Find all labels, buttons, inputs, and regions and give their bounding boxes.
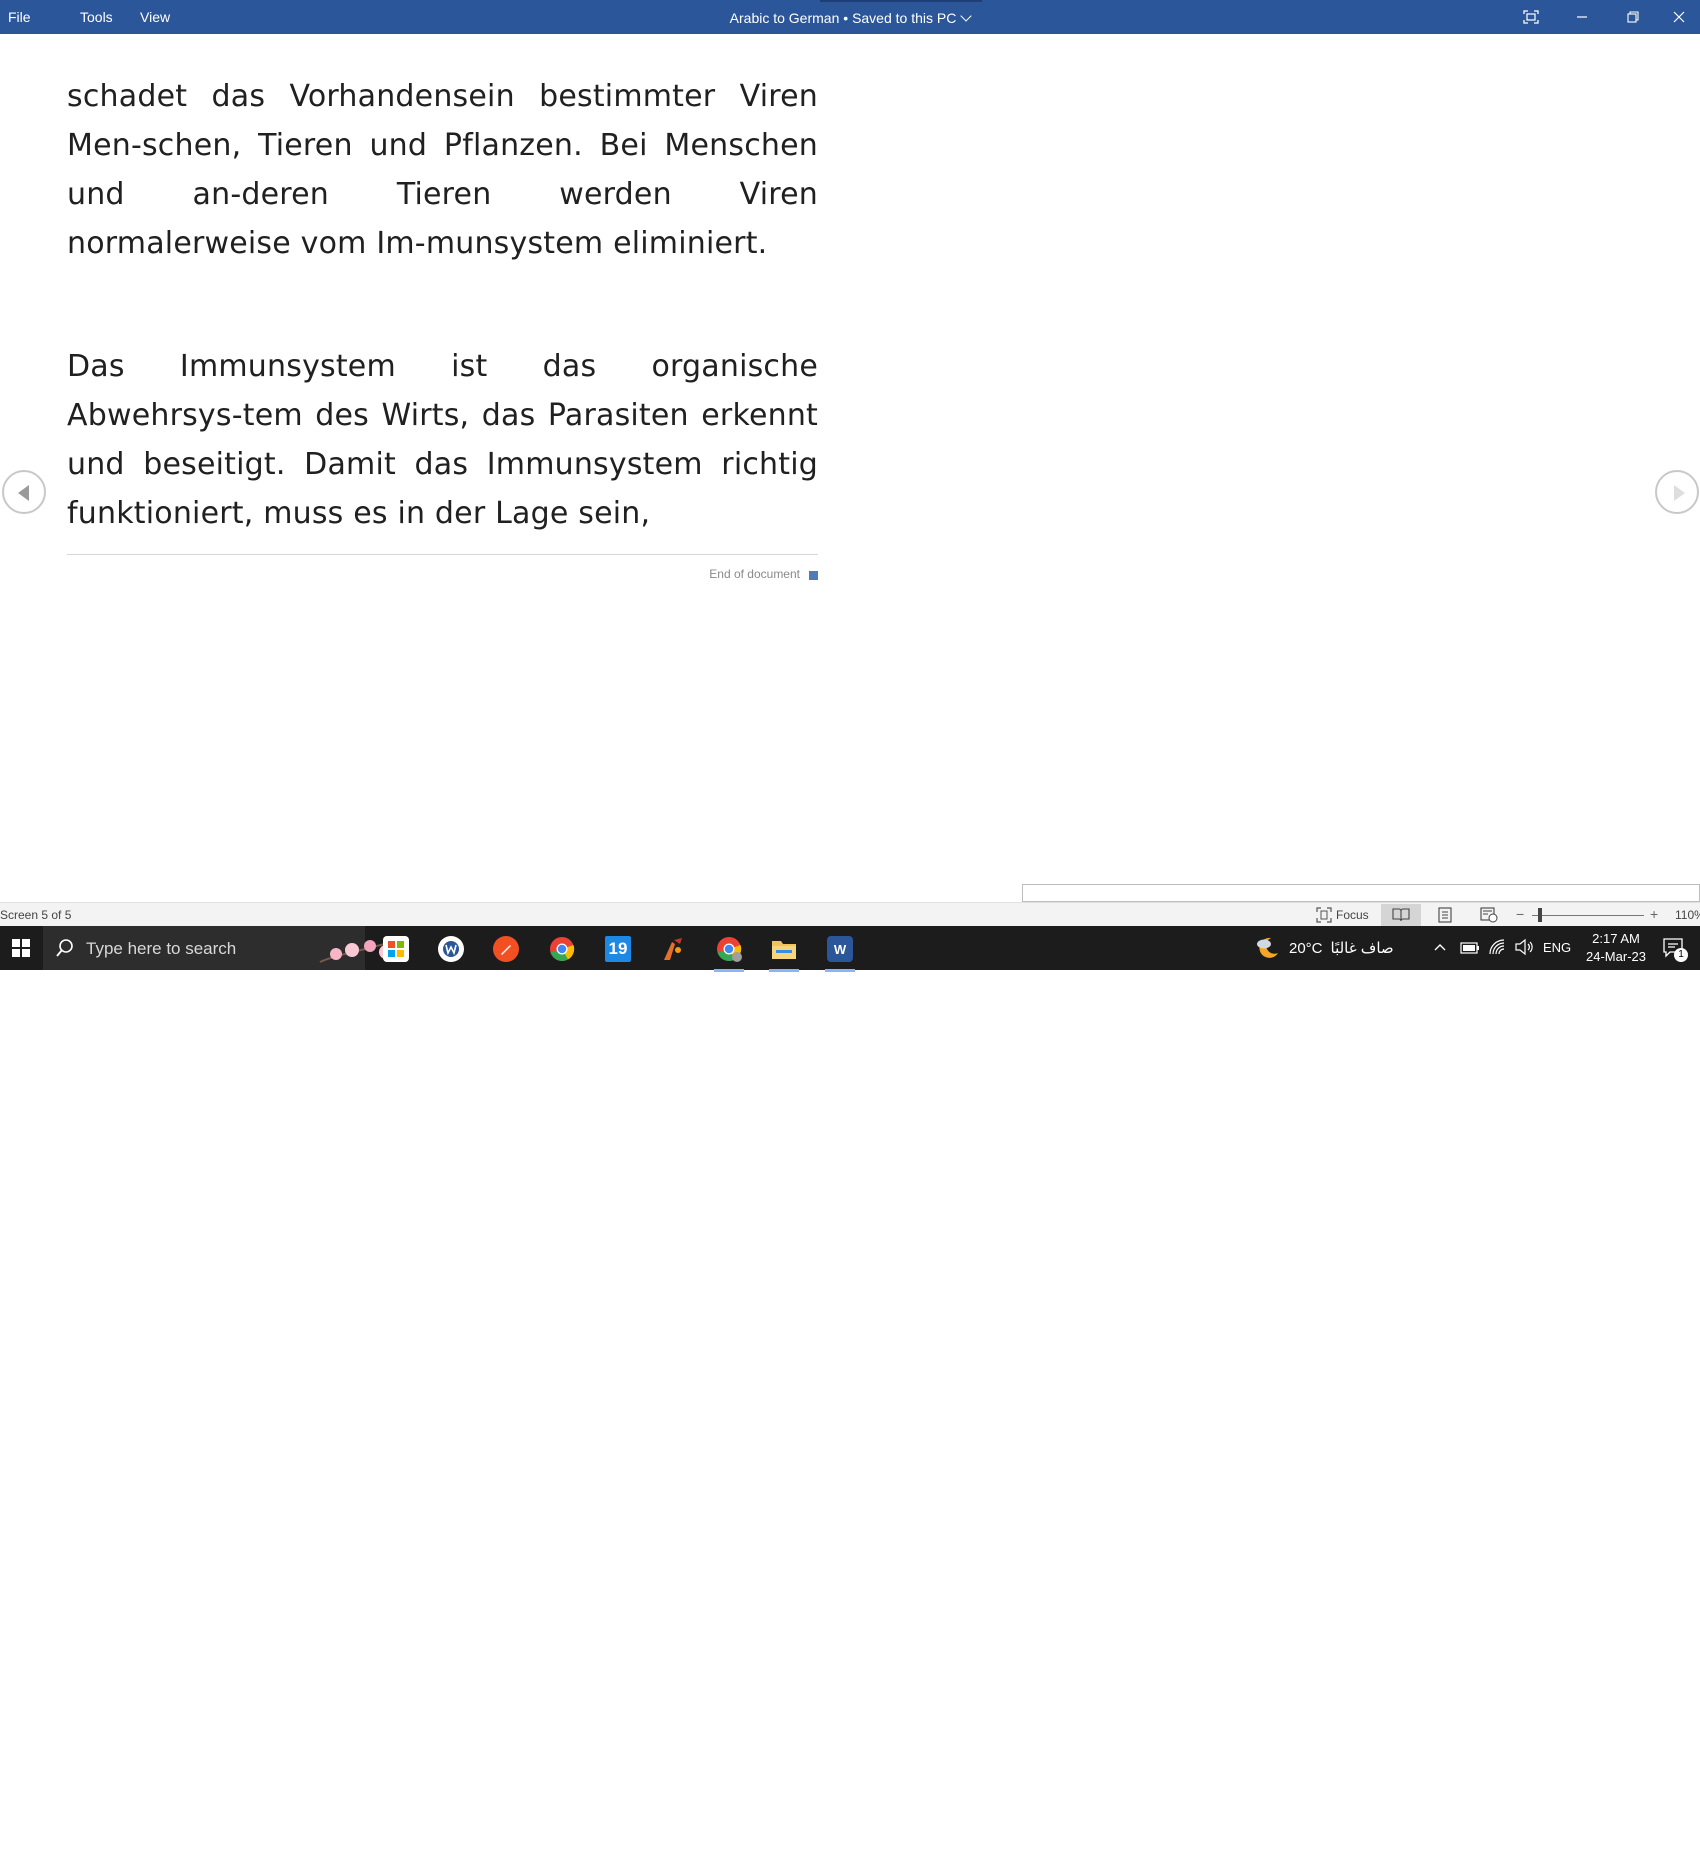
taskbar-hand-app[interactable] bbox=[650, 930, 696, 968]
end-marker-icon bbox=[809, 571, 818, 580]
close-icon bbox=[1673, 11, 1685, 23]
end-of-document-label: End of document bbox=[709, 567, 800, 581]
zoom-out-button[interactable]: − bbox=[1516, 906, 1524, 922]
title-accent-line bbox=[820, 0, 982, 2]
weather-widget[interactable]: 20°C صاف غالبًا bbox=[1255, 926, 1394, 970]
clock-time: 2:17 AM bbox=[1592, 931, 1640, 946]
chevron-up-icon[interactable] bbox=[1433, 940, 1447, 954]
close-button[interactable] bbox=[1658, 0, 1700, 34]
menu-file[interactable]: File bbox=[0, 0, 39, 34]
status-bar: Screen 5 of 5 Focus − + 110% bbox=[0, 902, 1700, 926]
hand-app-icon bbox=[664, 938, 682, 960]
taskbar-nineteen-app[interactable]: 19 bbox=[595, 930, 641, 968]
document-title: Arabic to German • Saved to this PC bbox=[0, 0, 1700, 34]
minimize-button[interactable] bbox=[1557, 0, 1607, 34]
zoom-level[interactable]: 110% bbox=[1675, 908, 1700, 922]
search-icon bbox=[56, 939, 73, 957]
taskbar-search[interactable]: Type here to search bbox=[43, 926, 407, 970]
nineteen-app-icon: 19 bbox=[605, 936, 631, 962]
weather-condition: صاف غالبًا bbox=[1330, 940, 1394, 957]
notification-count-badge: 1 bbox=[1674, 948, 1688, 962]
system-clock[interactable]: 2:17 AM 24-Mar-23 bbox=[1576, 930, 1656, 966]
print-layout-button[interactable] bbox=[1425, 904, 1465, 926]
folder-icon bbox=[772, 941, 796, 959]
language-indicator[interactable]: ENG bbox=[1543, 940, 1571, 955]
taskbar-chrome-profile[interactable] bbox=[706, 930, 752, 972]
windows-icon bbox=[12, 939, 30, 957]
taskbar-writer-app[interactable] bbox=[428, 930, 474, 968]
full-screen-icon bbox=[1523, 10, 1539, 24]
globe-page-icon bbox=[1480, 907, 1498, 923]
volume-icon[interactable] bbox=[1514, 938, 1534, 956]
focus-button[interactable]: Focus bbox=[1312, 905, 1373, 925]
menu-view[interactable]: View bbox=[132, 0, 178, 34]
taskbar-microsoft-store[interactable] bbox=[373, 930, 419, 968]
read-mode-button[interactable] bbox=[1381, 904, 1421, 926]
document-paragraph: Das Immunsystem ist das organische Abweh… bbox=[67, 349, 818, 531]
zoom-in-button[interactable]: + bbox=[1650, 906, 1658, 922]
start-button[interactable] bbox=[0, 926, 42, 970]
chevron-down-icon[interactable] bbox=[960, 10, 973, 22]
full-screen-button[interactable] bbox=[1506, 0, 1556, 34]
clock-date: 24-Mar-23 bbox=[1586, 949, 1646, 964]
battery-icon[interactable] bbox=[1460, 942, 1480, 954]
restore-icon bbox=[1627, 11, 1639, 23]
menu-tools[interactable]: Tools bbox=[72, 0, 121, 34]
taskbar: Type here to search 19 W خطوات 20°C صاف … bbox=[0, 926, 1700, 1875]
restore-button[interactable] bbox=[1608, 0, 1658, 34]
next-screen-button[interactable] bbox=[1655, 470, 1699, 514]
arrow-left-icon bbox=[18, 485, 29, 501]
arrow-right-icon bbox=[1674, 485, 1685, 501]
end-divider bbox=[67, 554, 818, 555]
store-icon bbox=[383, 936, 409, 962]
title-bar: File Tools View Arabic to German • Saved… bbox=[0, 0, 1700, 34]
watermark-logo: خطوات bbox=[745, 1826, 879, 1875]
weather-temperature: 20°C bbox=[1289, 939, 1323, 957]
chrome-icon bbox=[550, 937, 575, 961]
notification-center-button[interactable]: 1 bbox=[1662, 936, 1688, 963]
search-placeholder: Type here to search bbox=[86, 939, 237, 958]
taskbar-word[interactable]: W bbox=[817, 930, 863, 972]
word-icon: W bbox=[827, 936, 853, 962]
weather-moon-cloud-icon bbox=[1257, 937, 1278, 958]
taskbar-file-explorer[interactable] bbox=[761, 930, 807, 972]
document-paragraph: schadet das Vorhandensein bestimmter Vir… bbox=[67, 79, 818, 261]
pen-app-icon bbox=[493, 936, 519, 962]
taskbar-pen-app[interactable] bbox=[483, 930, 529, 968]
taskbar-chrome[interactable] bbox=[539, 930, 585, 968]
minimize-icon bbox=[1577, 16, 1587, 18]
chrome-profile-icon bbox=[717, 937, 742, 962]
screen-counter: Screen 5 of 5 bbox=[0, 908, 72, 922]
web-layout-button[interactable] bbox=[1469, 904, 1509, 926]
focus-label: Focus bbox=[1336, 908, 1369, 922]
horizontal-scrollbar[interactable] bbox=[1022, 884, 1700, 902]
title-separator: • bbox=[843, 10, 849, 26]
zoom-slider[interactable] bbox=[1532, 915, 1644, 916]
zoom-slider-thumb[interactable] bbox=[1538, 908, 1542, 922]
previous-screen-button[interactable] bbox=[2, 470, 46, 514]
page-icon bbox=[1438, 907, 1452, 923]
document-name[interactable]: Arabic to German bbox=[730, 10, 840, 26]
wifi-icon[interactable] bbox=[1488, 938, 1508, 956]
writer-app-icon bbox=[438, 936, 464, 962]
save-status[interactable]: Saved to this PC bbox=[852, 10, 956, 26]
book-icon bbox=[1392, 908, 1410, 922]
focus-icon bbox=[1316, 907, 1332, 923]
reading-pane[interactable]: schadet das Vorhandensein bestimmter Vir… bbox=[0, 34, 1700, 902]
